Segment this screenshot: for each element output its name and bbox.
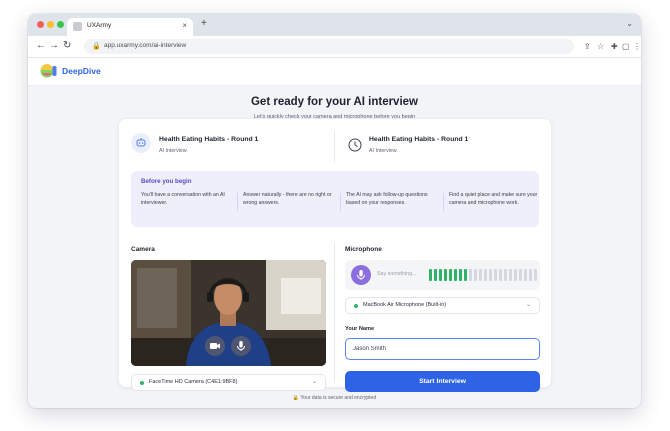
browser-window: UXArmy × + ⌄ ← → ↻ 🔒 app.uxarmy.com/ai-i… xyxy=(28,14,641,408)
setup-card: Health Eating Habits - Round 1 AI Interv… xyxy=(118,118,552,392)
microphone-icon[interactable] xyxy=(351,265,371,285)
audio-level-bar xyxy=(444,269,447,281)
column-divider xyxy=(334,243,335,383)
address-bar: ← → ↻ 🔒 app.uxarmy.com/ai-interview ⇪ ☆ … xyxy=(28,36,641,58)
video-camera-icon xyxy=(210,343,220,349)
security-text: Your data is secure and encrypted xyxy=(300,395,377,401)
start-interview-button[interactable]: Start Interview xyxy=(345,371,540,392)
tip-item: Answer naturally - there are no right or… xyxy=(243,192,332,206)
tab-search-icon[interactable]: ⌄ xyxy=(626,19,633,28)
tip-item: You'll have a conversation with an AI in… xyxy=(141,192,225,206)
audio-level-bar xyxy=(449,269,452,281)
tab-title: UXArmy xyxy=(87,22,112,29)
sidebar-icon[interactable]: ▢ xyxy=(622,42,630,51)
before-you-begin-panel: Before you begin You'll have a conversat… xyxy=(131,171,539,227)
forward-icon[interactable]: → xyxy=(49,40,59,51)
toggle-mic-button[interactable] xyxy=(231,336,251,356)
interview-title-secondary: Health Eating Habits - Round 1 xyxy=(369,136,469,143)
tip-item: Find a quiet place and make sure your ca… xyxy=(449,192,538,206)
deepdive-logo-icon xyxy=(40,64,57,78)
audio-level-bar xyxy=(524,269,527,281)
microphone-select[interactable]: MacBook Air Microphone (Built-in) ⌄ xyxy=(345,297,540,314)
camera-status-dot xyxy=(140,381,144,385)
audio-level-bar xyxy=(519,269,522,281)
chat-bot-icon xyxy=(131,133,151,153)
audio-level-bar xyxy=(494,269,497,281)
audio-level-bar xyxy=(474,269,477,281)
name-input[interactable] xyxy=(345,338,540,360)
camera-label: Camera xyxy=(131,246,155,253)
back-icon[interactable]: ← xyxy=(36,40,46,51)
security-note: 🔒 Your data is secure and encrypted xyxy=(28,395,641,401)
say-something-hint: Say something... xyxy=(377,271,417,277)
toggle-camera-button[interactable] xyxy=(205,336,225,356)
tip-divider xyxy=(443,193,444,211)
audio-level-bar xyxy=(529,269,532,281)
audio-level-bar xyxy=(534,269,537,281)
audio-level-bar xyxy=(454,269,457,281)
audio-level-bar xyxy=(514,269,517,281)
interview-title: Health Eating Habits - Round 1 xyxy=(159,136,259,143)
clock-icon xyxy=(345,135,365,155)
camera-feed-image xyxy=(131,260,326,366)
audio-level-bar xyxy=(509,269,512,281)
camera-select[interactable]: FaceTime HD Camera (C4E1:9BF8) ⌄ xyxy=(131,374,326,391)
minimize-window-dot[interactable] xyxy=(47,21,54,28)
page-title: Get ready for your AI interview xyxy=(250,96,418,108)
maximize-window-dot[interactable] xyxy=(57,21,64,28)
microphone-device: MacBook Air Microphone (Built-in) xyxy=(363,302,447,308)
microphone-status-dot xyxy=(354,304,358,308)
microphone-icon xyxy=(237,341,245,351)
chevron-down-icon: ⌄ xyxy=(311,379,317,385)
audio-level-bar xyxy=(479,269,482,281)
lock-icon: 🔒 xyxy=(92,43,101,50)
browser-tab[interactable]: UXArmy × xyxy=(67,18,193,36)
camera-preview xyxy=(131,260,326,366)
app-header: DeepDive xyxy=(28,58,641,86)
tip-divider xyxy=(237,193,238,211)
audio-level-bar xyxy=(429,269,432,281)
url-text: app.uxarmy.com/ai-interview xyxy=(104,42,187,49)
audio-level-bar xyxy=(464,269,467,281)
extensions-icon[interactable]: ✚ xyxy=(611,42,618,51)
interview-type: AI Interview xyxy=(159,148,187,154)
favicon-icon xyxy=(73,22,82,31)
header-divider xyxy=(334,131,335,163)
chevron-down-icon: ⌄ xyxy=(525,302,531,308)
audio-level-bar xyxy=(439,269,442,281)
audio-level-bar xyxy=(504,269,507,281)
audio-level-bar xyxy=(489,269,492,281)
url-field[interactable]: 🔒 app.uxarmy.com/ai-interview xyxy=(84,39,574,54)
tips-title: Before you begin xyxy=(141,178,192,185)
reload-icon[interactable]: ↻ xyxy=(63,40,71,51)
camera-device: FaceTime HD Camera (C4E1:9BF8) xyxy=(149,379,238,385)
tip-item: The AI may ask follow-up questions based… xyxy=(346,192,428,206)
bookmark-star-icon[interactable]: ☆ xyxy=(597,42,604,51)
audio-level-bar xyxy=(469,269,472,281)
brand-name[interactable]: DeepDive xyxy=(62,66,101,76)
interview-type-secondary: AI Interview xyxy=(369,148,397,154)
audio-level-bar xyxy=(484,269,487,281)
browser-menu-icon[interactable]: ⋮ xyxy=(633,42,641,51)
microphone-test-panel: Say something... xyxy=(345,260,540,290)
close-window-dot[interactable] xyxy=(37,21,44,28)
tip-divider xyxy=(340,193,341,211)
name-label: Your Name xyxy=(345,326,375,332)
new-tab-button[interactable]: + xyxy=(201,18,207,29)
audio-level-bar xyxy=(499,269,502,281)
tab-close-button[interactable]: × xyxy=(182,21,187,30)
share-icon[interactable]: ⇪ xyxy=(584,42,591,51)
microphone-label: Microphone xyxy=(345,246,382,253)
audio-level-bar xyxy=(434,269,437,281)
tab-bar: UXArmy × + ⌄ xyxy=(28,14,641,36)
audio-level-bar xyxy=(459,269,462,281)
